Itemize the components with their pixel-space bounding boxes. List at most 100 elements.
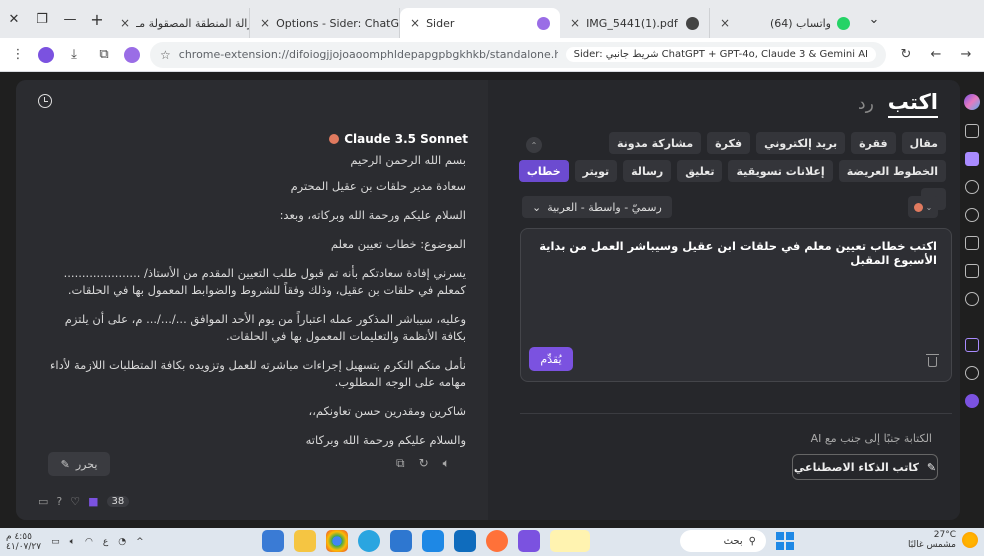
- reload-icon[interactable]: ↻: [896, 47, 916, 62]
- volume-icon[interactable]: 🔈︎: [70, 537, 75, 547]
- chip-marketing-ads[interactable]: إعلانات تسويقية: [728, 160, 833, 182]
- history-icon[interactable]: [38, 94, 52, 108]
- ocr-icon[interactable]: [965, 236, 979, 250]
- chip-outline[interactable]: الخطوط العريضة: [838, 160, 946, 182]
- language-icon[interactable]: ع: [103, 537, 108, 547]
- chevron-down-icon: ⌄: [532, 200, 542, 214]
- chip-letter[interactable]: خطاب: [518, 160, 569, 182]
- weather-widget[interactable]: 27°C مشمس غالبًا: [908, 530, 978, 550]
- store-icon[interactable]: [454, 530, 476, 552]
- wifi-icon[interactable]: ◠: [85, 537, 93, 547]
- photos-app-icon[interactable]: [262, 530, 284, 552]
- todo-icon[interactable]: [390, 530, 412, 552]
- tab-whatsapp[interactable]: × (64) واتساب: [710, 8, 860, 38]
- chevron-up-icon[interactable]: ^: [136, 537, 144, 547]
- help-icon[interactable]: [965, 292, 979, 306]
- tab-close-icon[interactable]: ×: [720, 16, 730, 30]
- sider-logo-icon[interactable]: [964, 94, 980, 110]
- chip-article[interactable]: مقال: [901, 132, 946, 154]
- tone-select[interactable]: رسميّ - واسطة - العربية ⌄: [522, 196, 672, 218]
- menu-dots-icon[interactable]: ⋮: [8, 47, 28, 62]
- tab-close-icon[interactable]: ×: [120, 16, 130, 30]
- windows-start-icon[interactable]: [776, 532, 794, 550]
- chip-message[interactable]: رسالة: [623, 160, 672, 182]
- tab-pdf[interactable]: × IMG_5441(1).pdf: [560, 8, 710, 38]
- gift-icon[interactable]: [965, 338, 979, 352]
- download-icon[interactable]: ⤓: [64, 47, 84, 62]
- taskbar-search[interactable]: بحث ⚲: [680, 530, 766, 552]
- prompt-textbox[interactable]: اكتب خطاب تعيين معلم في حلقات ابن عقيل و…: [520, 228, 952, 382]
- tab-title: (64) واتساب: [769, 16, 831, 30]
- site-info-chip[interactable]: Sider: شريط جانبي ChatGPT + GPT-4o, Clau…: [565, 47, 876, 62]
- telegram-icon[interactable]: [358, 530, 380, 552]
- submit-button[interactable]: يُقدِّم: [529, 347, 573, 371]
- tab-remove-area[interactable]: × إزالة المنطقة المصقولة مـ: [110, 8, 250, 38]
- ai-writer-button[interactable]: ✎ كاتب الذكاء الاصطناعي: [792, 454, 938, 480]
- speaker-icon[interactable]: 🔈︎: [443, 456, 450, 471]
- search-icon[interactable]: [965, 208, 979, 222]
- widgets-icon[interactable]: [550, 530, 590, 552]
- close-window-icon[interactable]: ✕: [0, 0, 28, 38]
- model-picker[interactable]: ⌄: [908, 196, 938, 218]
- chip-blog-post[interactable]: مشاركة مدونة: [609, 132, 702, 154]
- tab-reply[interactable]: رد: [858, 94, 874, 114]
- edit-button[interactable]: يحرر ✎: [48, 452, 110, 476]
- sider-extension-icon[interactable]: [124, 46, 140, 63]
- profile-avatar[interactable]: [38, 46, 54, 63]
- response-panel: Claude 3.5 Sonnet بسم الله الرحمن الرحيم…: [16, 80, 488, 520]
- files-icon[interactable]: [965, 264, 979, 278]
- back-arrow-icon[interactable]: →: [956, 47, 976, 62]
- collapse-chevron-icon[interactable]: ⌃: [526, 137, 542, 153]
- omnibox[interactable]: ☆ chrome-extension://difoiogjjojoaoomphl…: [150, 41, 886, 68]
- tab-title: Sider: [426, 16, 455, 30]
- gift-icon[interactable]: ■: [88, 495, 98, 508]
- weather-temp: 27°C: [933, 530, 956, 540]
- tab-close-icon[interactable]: ×: [410, 16, 420, 30]
- extensions-icon[interactable]: ⧉: [94, 47, 114, 62]
- prompt-text[interactable]: اكتب خطاب تعيين معلم في حلقات ابن عقيل و…: [535, 239, 937, 267]
- heart-icon[interactable]: ♡: [70, 495, 80, 508]
- trash-icon[interactable]: [926, 354, 939, 367]
- edge-icon[interactable]: [422, 530, 444, 552]
- regenerate-icon[interactable]: ↻: [419, 456, 429, 471]
- restore-window-icon[interactable]: ❐: [28, 0, 56, 38]
- help-icon[interactable]: ?: [56, 495, 62, 508]
- chrome-icon[interactable]: [326, 530, 348, 552]
- write-icon[interactable]: [965, 152, 979, 166]
- tray-app-icon[interactable]: ◔: [118, 537, 126, 547]
- message-icon[interactable]: ▭: [38, 495, 48, 508]
- forward-arrow-icon[interactable]: ←: [926, 47, 946, 62]
- minimize-window-icon[interactable]: —: [56, 0, 84, 38]
- file-explorer-icon[interactable]: [294, 530, 316, 552]
- system-tray: ٤:٥٥ م ٤١/٠٧/٢٧ ▭ 🔈︎ ◠ ع ◔ ^: [6, 532, 144, 552]
- clock[interactable]: ٤:٥٥ م ٤١/٠٧/٢٧: [6, 532, 41, 552]
- chat-icon[interactable]: [965, 124, 979, 138]
- tab-write[interactable]: اكتب: [887, 90, 938, 118]
- copilot-icon[interactable]: [518, 530, 540, 552]
- address-bar: ⋮ ⤓ ⧉ ☆ chrome-extension://difoiogjjojoa…: [0, 38, 984, 72]
- ai-writer-label: كاتب الذكاء الاصطناعي: [793, 460, 919, 474]
- translate-icon[interactable]: [965, 180, 979, 194]
- copy-icon[interactable]: ⧉: [396, 456, 405, 471]
- tab-sider[interactable]: × Sider: [400, 8, 560, 38]
- bookmark-star-icon[interactable]: ☆: [160, 48, 171, 62]
- chip-email[interactable]: بريد إلكتروني: [756, 132, 846, 154]
- settings-icon[interactable]: [965, 366, 979, 380]
- windows-taskbar: ٤:٥٥ م ٤١/٠٧/٢٧ ▭ 🔈︎ ◠ ع ◔ ^ بحث ⚲ 27°C …: [0, 528, 984, 556]
- tab-title: IMG_5441(1).pdf: [586, 16, 678, 30]
- battery-icon[interactable]: ▭: [51, 537, 60, 547]
- credits-badge[interactable]: 38: [106, 496, 130, 507]
- chip-paragraph[interactable]: فقرة: [851, 132, 896, 154]
- tab-options[interactable]: × Options - Sider: ChatGPT: [250, 8, 400, 38]
- chip-comment[interactable]: تعليق: [677, 160, 723, 182]
- chip-idea[interactable]: فكرة: [707, 132, 751, 154]
- tab-close-icon[interactable]: ×: [570, 16, 580, 30]
- sider-app: Claude 3.5 Sonnet بسم الله الرحمن الرحيم…: [16, 80, 960, 520]
- tab-close-icon[interactable]: ×: [260, 16, 270, 30]
- chip-twitter[interactable]: تويتر: [574, 160, 618, 182]
- url-text: chrome-extension://difoiogjjojoaoomphlde…: [178, 48, 558, 61]
- avatar[interactable]: [965, 394, 979, 408]
- new-tab-button[interactable]: +: [84, 10, 110, 29]
- firefox-icon[interactable]: [486, 530, 508, 552]
- tab-search-chevron-icon[interactable]: ⌄: [860, 0, 888, 38]
